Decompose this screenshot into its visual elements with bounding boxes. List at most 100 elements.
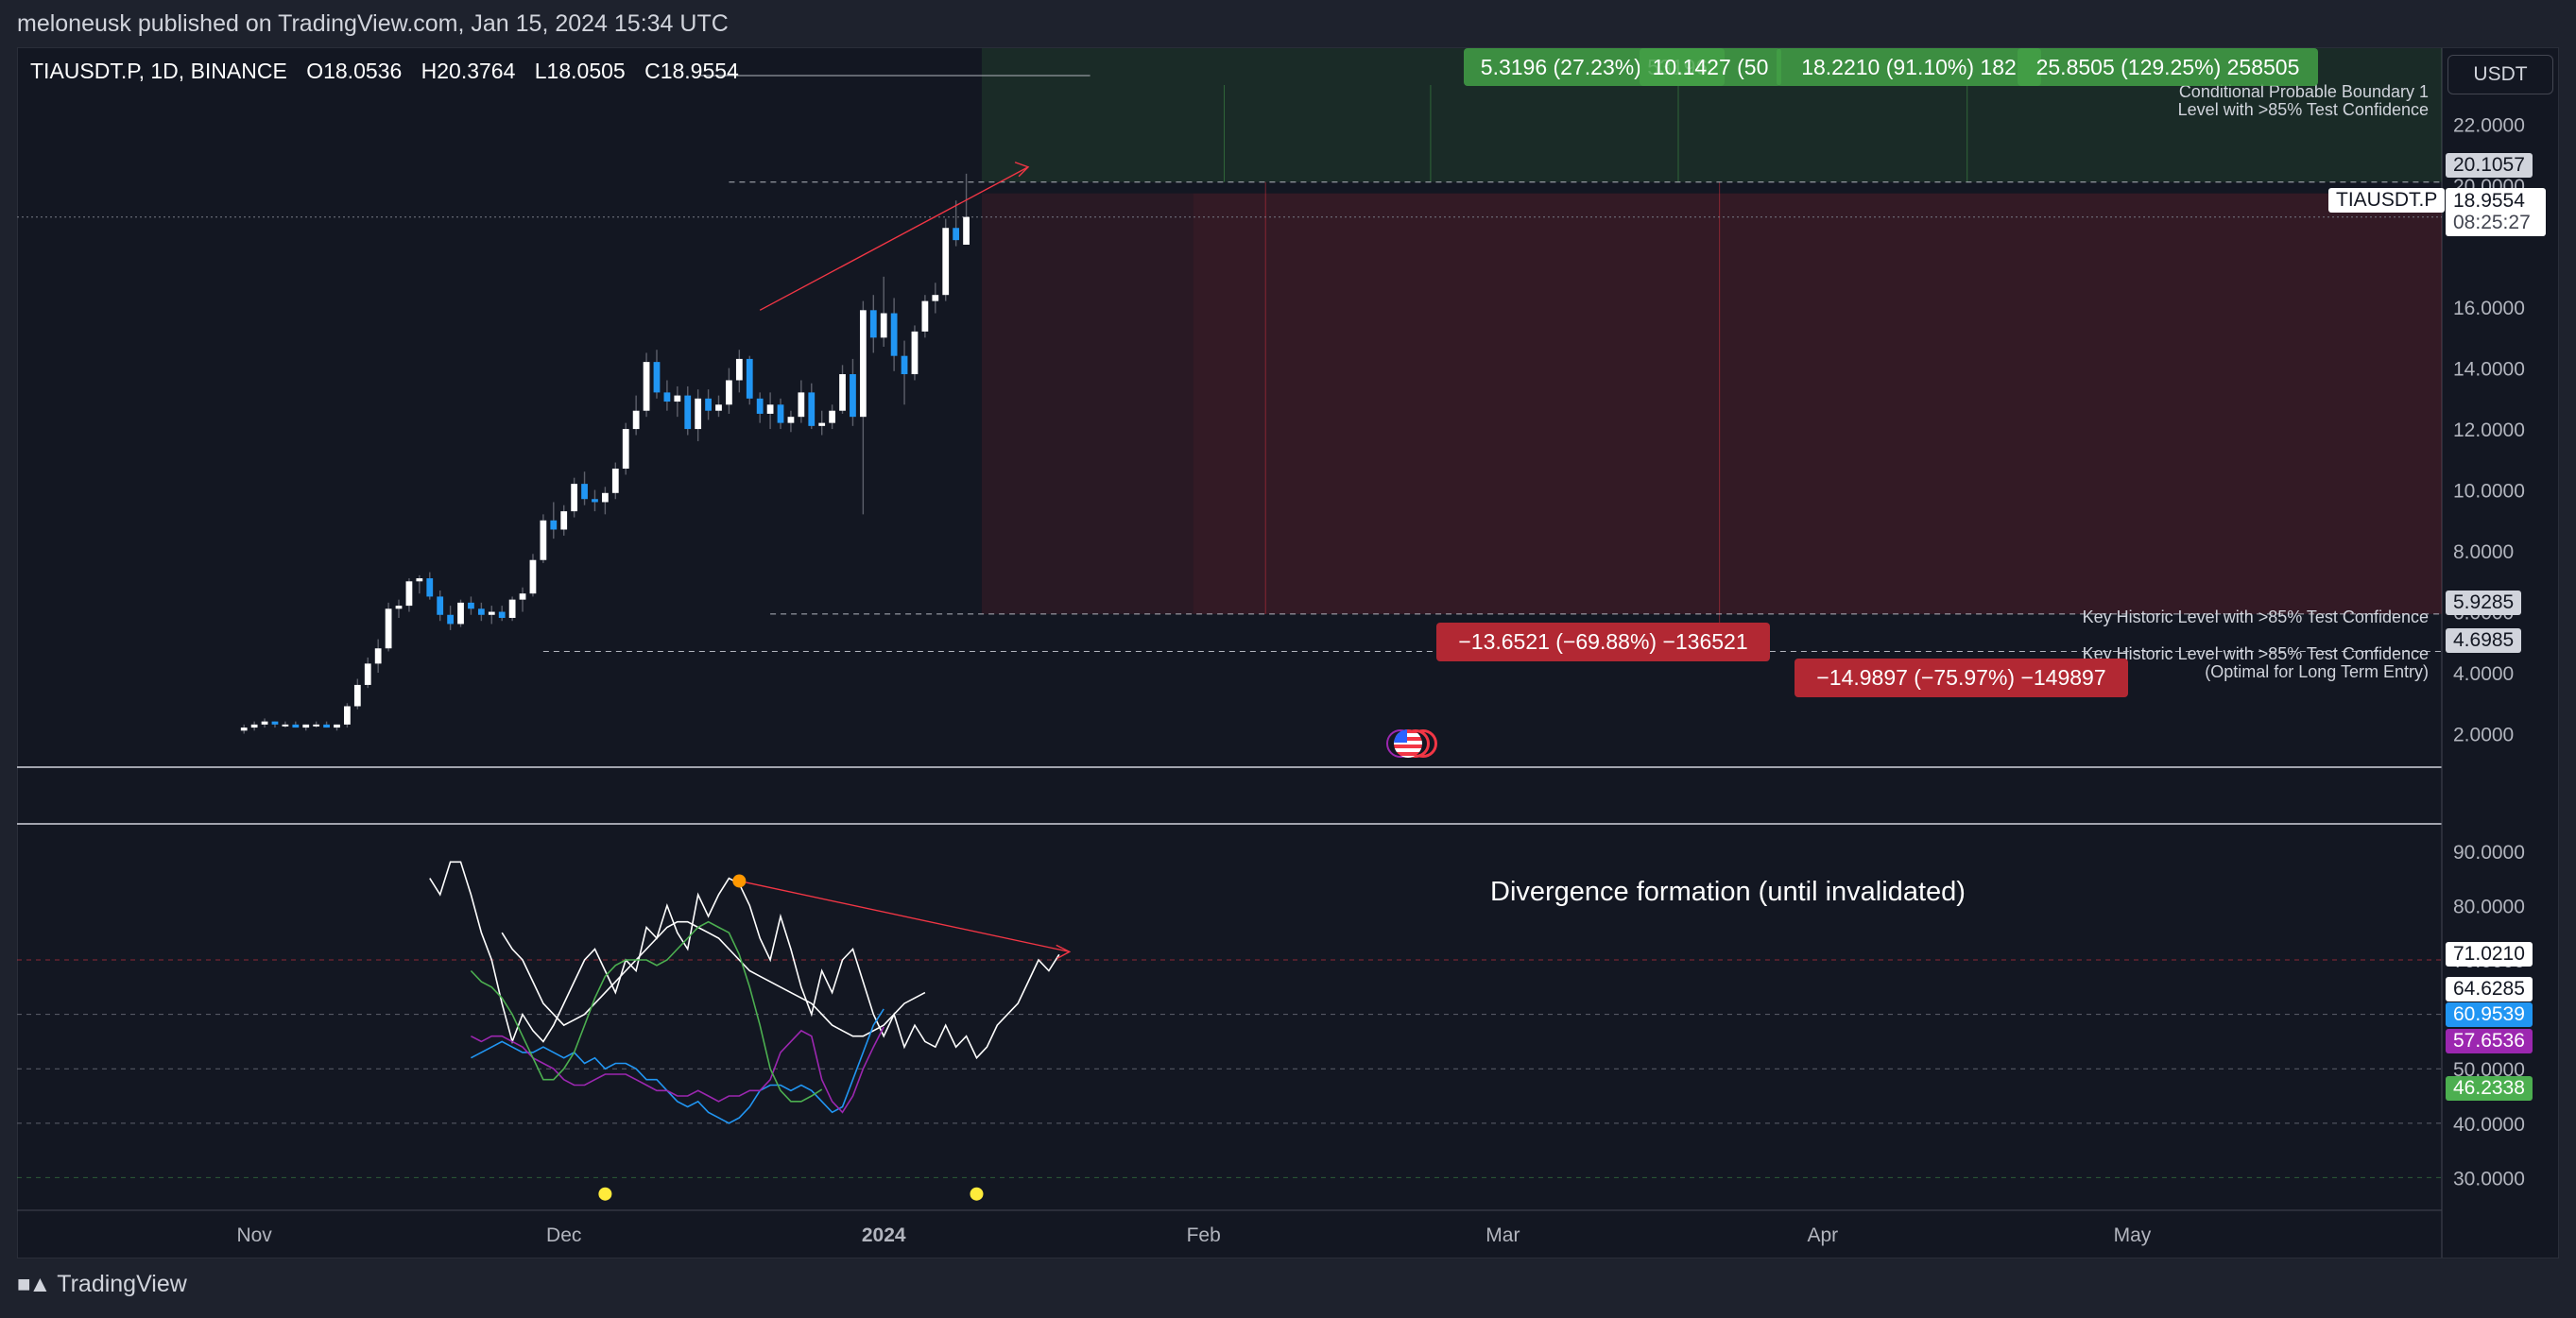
time-axis-tick-label: Apr xyxy=(1808,1224,1839,1246)
candle-body xyxy=(302,724,310,728)
countdown-value: 08:25:27 xyxy=(2453,212,2531,233)
high-value: H20.3764 xyxy=(421,59,516,83)
rsi-series-line xyxy=(471,1008,884,1124)
key-level-note-1: Key Historic Level with >85% Test Confid… xyxy=(2083,608,2429,626)
boundary-note-line2: Level with >85% Test Confidence xyxy=(2177,100,2429,119)
candle-body xyxy=(416,578,423,582)
upside-target-2[interactable]: 10.1427 (50 xyxy=(1640,48,1781,86)
candle-body xyxy=(437,596,444,615)
candle-body xyxy=(250,724,258,728)
time-axis-tick-label: Dec xyxy=(546,1224,581,1246)
candle-body xyxy=(787,417,795,423)
candle-body xyxy=(468,602,474,609)
time-axis-tick-label: Mar xyxy=(1485,1224,1520,1246)
downside-target-1[interactable]: −13.6521 (−69.88%) −136521 xyxy=(1436,623,1770,661)
key-level-note-1-text: Key Historic Level with >85% Test Confid… xyxy=(2082,608,2429,626)
candle-body xyxy=(457,602,464,625)
low-value: L18.0505 xyxy=(534,59,626,83)
rsi-axis-tick-label: 90.0000 xyxy=(2453,842,2525,864)
candle-body xyxy=(818,422,826,426)
candle-body xyxy=(921,300,929,332)
time-axis-tick-label: Feb xyxy=(1187,1224,1221,1246)
footer-brand[interactable]: ■▲ TradingView xyxy=(17,1271,187,1298)
candle-body xyxy=(726,380,732,405)
rsi-blue-tag: 60.9539 xyxy=(2446,1002,2533,1027)
candle-body xyxy=(880,313,887,338)
us-flag-icon xyxy=(1394,729,1422,758)
time-axis-tick-label: Nov xyxy=(236,1224,272,1246)
downside-zone-inner xyxy=(1193,193,2442,614)
signal-dot xyxy=(598,1187,612,1201)
divergence-annotation: Divergence formation (until invalidated) xyxy=(1490,877,1966,907)
candle-body xyxy=(632,410,640,430)
candle-body xyxy=(684,395,692,430)
upside-target-3[interactable]: 18.2210 (91.10%) 182 xyxy=(1777,48,2041,86)
price-axis-tick-label: 14.0000 xyxy=(2453,359,2525,381)
candle-body xyxy=(508,599,516,618)
price-axis-tick-label: 10.0000 xyxy=(2453,481,2525,503)
events-icon-group[interactable] xyxy=(1386,729,1454,762)
candle-body xyxy=(777,404,784,423)
close-value: C18.9554 xyxy=(644,59,739,83)
candle-body xyxy=(519,593,526,600)
key-level-note-2-line2: (Optimal for Long Term Entry) xyxy=(2205,662,2429,681)
currency-button[interactable]: USDT xyxy=(2447,55,2553,94)
rsi-white-high-tag: 71.0210 xyxy=(2446,942,2533,967)
resistance-price-tag: 20.1057 xyxy=(2446,153,2533,178)
candle-body xyxy=(261,721,268,725)
candle-body xyxy=(374,648,382,664)
price-axis-tick-label: 16.0000 xyxy=(2453,298,2525,319)
candle-body xyxy=(746,358,753,399)
candle-body xyxy=(705,398,712,411)
rsi-series-line xyxy=(471,1026,884,1114)
candle-body xyxy=(353,684,361,707)
candle-body xyxy=(890,313,898,356)
candle-body xyxy=(477,608,485,615)
candle-body xyxy=(602,492,609,503)
candle-body xyxy=(808,392,816,426)
rsi-peak-dot xyxy=(732,874,747,888)
rsi-axis-tick-label: 80.0000 xyxy=(2453,896,2525,917)
time-axis-tick-label: May xyxy=(2114,1224,2152,1246)
symbol-legend: TIAUSDT.P, 1D, BINANCE O18.0536 H20.3764… xyxy=(30,59,739,84)
key-level-note-2-line1: Key Historic Level with >85% Test Confid… xyxy=(2082,644,2429,663)
price-axis-tick-label: 22.0000 xyxy=(2453,115,2525,137)
candle-body xyxy=(271,721,279,725)
rsi-purple-tag: 57.6536 xyxy=(2446,1029,2533,1053)
candle-body xyxy=(901,355,908,375)
candle-body xyxy=(798,392,805,418)
price-axis-tick-label: 12.0000 xyxy=(2453,419,2525,441)
symbol-title: TIAUSDT.P, 1D, BINANCE xyxy=(30,59,287,83)
candle-body xyxy=(395,606,403,609)
candle-body xyxy=(560,511,568,530)
rsi-axis-tick-label: 30.0000 xyxy=(2453,1168,2525,1190)
candle-body xyxy=(735,358,743,381)
candle-body xyxy=(850,374,856,418)
candle-body xyxy=(766,404,774,414)
candle-body xyxy=(942,228,950,296)
candle-body xyxy=(498,611,506,618)
candle-body xyxy=(674,395,681,402)
candle-body xyxy=(292,724,300,728)
candle-body xyxy=(550,520,558,530)
candle-body xyxy=(911,331,919,375)
candle-body xyxy=(839,374,846,411)
time-axis-tick-label: 2024 xyxy=(862,1224,906,1246)
key-level-note-2: Key Historic Level with >85% Test Confid… xyxy=(2083,645,2429,681)
candle-body xyxy=(653,362,661,393)
candle-body xyxy=(540,520,547,560)
open-value: O18.0536 xyxy=(306,59,403,83)
candle-body xyxy=(426,578,434,597)
candle-body xyxy=(663,392,671,402)
downside-target-2[interactable]: −14.9897 (−75.97%) −149897 xyxy=(1795,659,2128,697)
support1-price-tag: 5.9285 xyxy=(2446,591,2522,615)
candle-body xyxy=(364,663,371,685)
candle-body xyxy=(282,724,289,727)
footer-brand-name: TradingView xyxy=(57,1271,187,1297)
candle-body xyxy=(932,295,939,301)
last-price-tag: 18.9554 08:25:27 xyxy=(2446,188,2546,236)
upside-target-4[interactable]: 25.8505 (129.25%) 258505 xyxy=(2018,48,2318,86)
rsi-white-low-tag: 64.6285 xyxy=(2446,977,2533,1001)
candle-body xyxy=(344,706,351,725)
candle-body xyxy=(334,724,340,728)
